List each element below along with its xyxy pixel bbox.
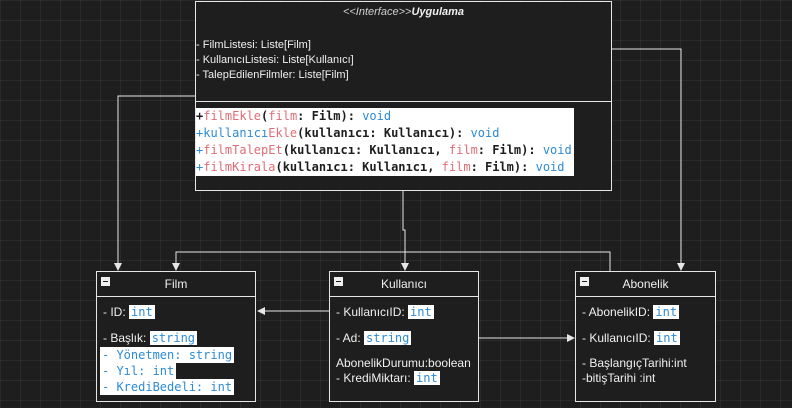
interface-methods: +filmEkle(film: Film): void +kullanıcıEkl…: [196, 108, 574, 176]
interface-name: Uygulama: [411, 6, 465, 18]
collapse-icon[interactable]: [101, 277, 110, 286]
attribute: - FilmListesi: Liste[Film]: [196, 39, 311, 51]
class-title: Film: [164, 277, 188, 291]
class-title: Kullanıcı: [380, 277, 428, 291]
class-header: Film: [97, 272, 255, 297]
method-token: : Film):: [477, 143, 543, 157]
interface-stereotype: <<Interface>>: [342, 6, 412, 18]
attribute-baslik: - Başlık: string: [103, 331, 198, 345]
method-token: void: [542, 143, 572, 157]
interface-method: +kullanıcıEkle(kullanıcı: Kullanıcı): vo…: [196, 125, 574, 142]
collapse-icon[interactable]: [334, 277, 343, 286]
class-abonelik[interactable]: Abonelik - AbonelikID: int - KullanıcıID…: [575, 271, 716, 402]
method-token: filmEkle: [203, 109, 262, 123]
method-token: void: [362, 109, 392, 123]
attribute: - TalepEdilenFilmler: Liste[Film]: [196, 69, 349, 81]
attribute-ad: - Ad: string: [336, 331, 412, 345]
interface-method: +filmTalepEt(kullanıcı: Kullanıcı, film:…: [196, 142, 574, 159]
class-header: Abonelik: [576, 272, 715, 297]
edge-abonelik-film: [172, 251, 611, 271]
interface-uygulama[interactable]: <<Interface>>Uygulama - FilmListesi: Lis…: [195, 1, 612, 191]
method-token: film: [268, 109, 298, 123]
attribute-abonelikdurumu: AbonelikDurumu:boolean: [336, 356, 471, 370]
method-token: filmTalepEt: [203, 143, 283, 157]
method-token: void: [470, 126, 500, 140]
attribute-abonelikid: - AbonelikID: int: [582, 305, 680, 319]
interface-attributes: - FilmListesi: Liste[Film] - KullanıcıLi…: [196, 22, 611, 83]
attribute-kredibedeli: - KrediBedeli: int: [100, 379, 235, 395]
attribute-bitistarihi: -bitişTarihi :int: [582, 371, 656, 385]
method-token: void: [535, 160, 565, 174]
edge-interface-kullanici: [401, 191, 409, 271]
attribute-id: - ID: int: [103, 305, 155, 319]
method-token: (kullanıcı: Kullanıcı,: [275, 160, 442, 174]
method-token: Ekle: [268, 126, 298, 140]
edge-interface-abonelik: [612, 48, 685, 271]
attribute-kredimiktari: - KrediMiktarı: int: [336, 371, 440, 385]
class-film[interactable]: Film - ID: int - Başlık: string - Yönetm…: [96, 271, 256, 402]
class-title: Abonelik: [622, 277, 669, 291]
method-token: (kullanıcı: Kullanıcı,: [282, 143, 449, 157]
interface-method: +filmKirala(kullanıcı: Kullanıcı, film: …: [196, 159, 574, 176]
method-token: film: [441, 160, 471, 174]
attribute-baslangictarihi: - BaşlangıçTarihi:int: [582, 356, 687, 370]
method-token: +kullanıcı: [196, 126, 269, 140]
class-kullanici[interactable]: Kullanıcı - KullanıcıID: int - Ad: strin…: [329, 271, 479, 402]
attribute-kullaniciid: - KullanıcıID: int: [582, 331, 680, 345]
method-token: : Film):: [470, 160, 536, 174]
method-token: film: [448, 143, 478, 157]
class-header: Kullanıcı: [330, 272, 478, 297]
method-token: filmKirala: [203, 160, 276, 174]
attribute-kullaniciid: - KullanıcıID: int: [336, 305, 434, 319]
method-token: (kullanıcı: Kullanıcı):: [297, 126, 471, 140]
attribute-yil: - Yıl: int: [100, 363, 177, 379]
interface-divider: [196, 101, 611, 102]
method-token: : Film):: [297, 109, 363, 123]
interface-method: +filmEkle(film: Film): void: [196, 108, 574, 125]
edge-interface-film: [114, 95, 195, 271]
collapse-icon[interactable]: [580, 277, 589, 286]
attribute: - KullanıcıListesi: Liste[Kullanıcı]: [196, 54, 354, 66]
attribute-yonetmen: - Yönetmen: string: [100, 347, 235, 363]
interface-header: <<Interface>>Uygulama: [196, 2, 611, 22]
